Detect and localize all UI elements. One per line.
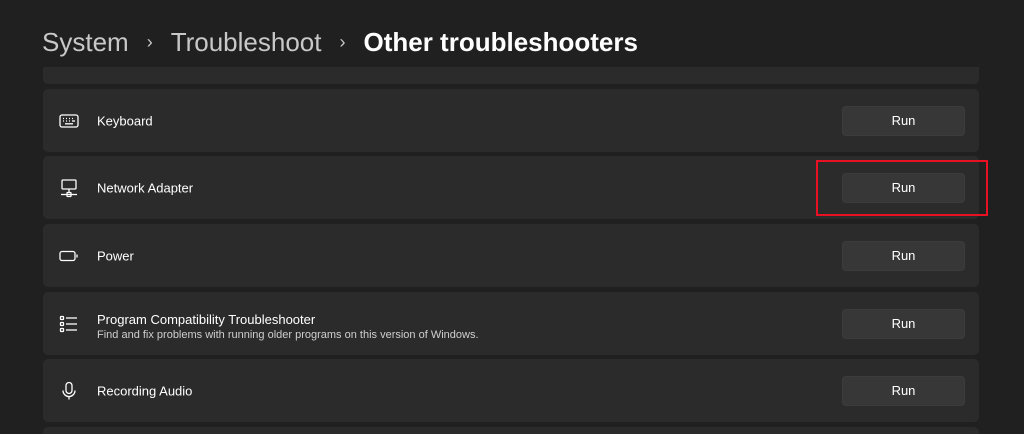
troubleshooter-list: Keyboard Run Network Adapter Run Power R… <box>43 0 979 434</box>
microphone-icon <box>58 380 80 402</box>
list-item-partial-top <box>43 67 979 84</box>
run-button-recording-audio[interactable]: Run <box>842 375 965 406</box>
run-button-keyboard[interactable]: Run <box>842 105 965 136</box>
list-item-power[interactable]: Power Run <box>43 224 979 287</box>
battery-icon <box>58 245 80 267</box>
keyboard-icon <box>58 110 80 132</box>
run-button-power[interactable]: Run <box>842 240 965 271</box>
list-item-description: Find and fix problems with running older… <box>97 329 479 341</box>
list-item-label: Power <box>97 248 134 263</box>
list-item-keyboard[interactable]: Keyboard Run <box>43 89 979 152</box>
list-item-label: Recording Audio <box>97 383 193 398</box>
list-icon <box>58 313 80 335</box>
network-adapter-icon <box>58 177 80 199</box>
run-button-network-adapter[interactable]: Run <box>842 172 965 203</box>
run-button-program-compatibility[interactable]: Run <box>842 308 965 339</box>
list-item-label: Program Compatibility Troubleshooter <box>97 312 316 327</box>
list-item-label: Keyboard <box>97 113 153 128</box>
list-item-program-compatibility[interactable]: Program Compatibility Troubleshooter Fin… <box>43 292 979 355</box>
list-item-partial-bottom <box>43 427 979 434</box>
list-item-network-adapter[interactable]: Network Adapter Run <box>43 156 979 219</box>
settings-page: System › Troubleshoot › Other troublesho… <box>0 0 1024 434</box>
list-item-label: Network Adapter <box>97 180 194 195</box>
list-item-recording-audio[interactable]: Recording Audio Run <box>43 359 979 422</box>
